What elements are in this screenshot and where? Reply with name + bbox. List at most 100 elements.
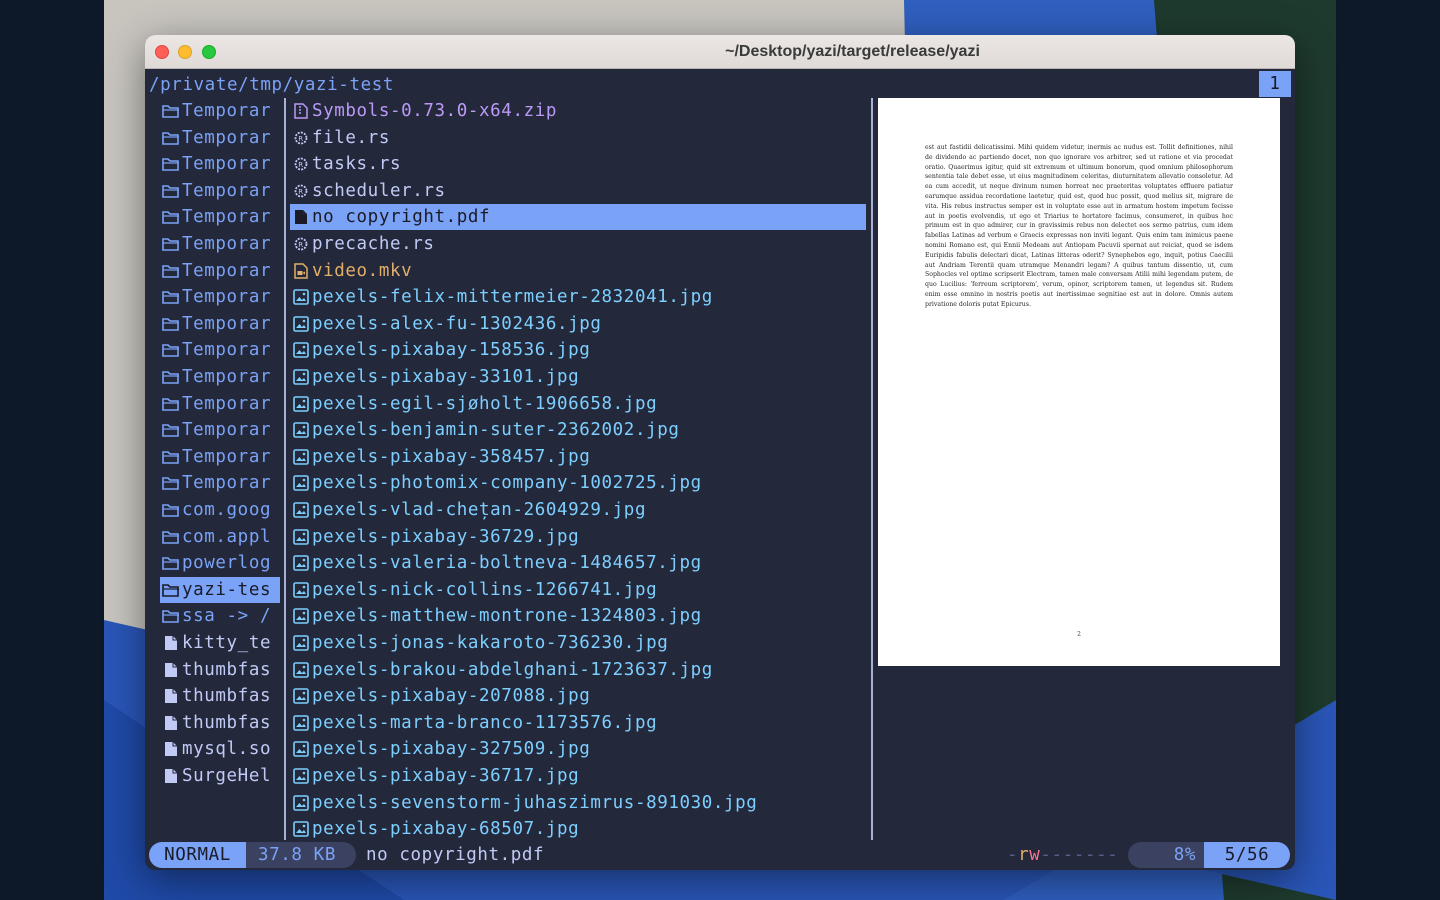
file-entry[interactable]: pexels-pixabay-207088.jpg <box>290 683 866 709</box>
entry-label: pexels-pixabay-327509.jpg <box>312 739 591 760</box>
rust-icon: R <box>290 125 312 151</box>
entry-label: thumbfas <box>182 659 272 680</box>
parent-entry[interactable]: Temporar <box>160 417 280 443</box>
parent-entry[interactable]: thumbfas <box>160 710 280 736</box>
parent-entry[interactable]: com.appl <box>160 524 280 550</box>
image-icon <box>290 683 312 709</box>
entry-label: tasks.rs <box>312 154 402 175</box>
file-entry[interactable]: Rtasks.rs <box>290 151 866 177</box>
parent-entry[interactable]: com.goog <box>160 497 280 523</box>
file-entry[interactable]: pexels-felix-mittermeier-2832041.jpg <box>290 284 866 310</box>
file-icon <box>160 763 182 789</box>
file-entry[interactable]: pexels-vlad-chețan-2604929.jpg <box>290 497 866 523</box>
parent-entry[interactable]: Temporar <box>160 337 280 363</box>
image-icon <box>290 444 312 470</box>
image-icon <box>290 736 312 762</box>
parent-entry[interactable]: Temporar <box>160 284 280 310</box>
file-entry[interactable]: Symbols-0.73.0-x64.zip <box>290 98 866 124</box>
file-entry[interactable]: pexels-photomix-company-1002725.jpg <box>290 470 866 496</box>
entry-label: pexels-matthew-montrone-1324803.jpg <box>312 606 702 627</box>
entry-label: yazi-tes <box>182 579 272 600</box>
svg-text:R: R <box>298 135 303 143</box>
entry-label: pexels-benjamin-suter-2362002.jpg <box>312 420 680 441</box>
file-entry[interactable]: pexels-sevenstorm-juhaszimrus-891030.jpg <box>290 790 866 816</box>
parent-entry[interactable]: Temporar <box>160 204 280 230</box>
image-icon <box>290 710 312 736</box>
image-icon <box>290 497 312 523</box>
folder-icon <box>160 98 182 124</box>
parent-entry-selected[interactable]: yazi-tes <box>160 576 280 603</box>
file-entry[interactable]: pexels-marta-branco-1173576.jpg <box>290 710 866 736</box>
folder-icon <box>160 550 182 576</box>
parent-entry[interactable]: kitty_te <box>160 630 280 656</box>
parent-entry[interactable]: ssa -> / <box>160 603 280 629</box>
file-icon <box>160 736 182 762</box>
pane-divider <box>871 98 873 840</box>
parent-entry[interactable]: Temporar <box>160 98 280 124</box>
entry-label: pexels-nick-collins-1266741.jpg <box>312 579 658 600</box>
parent-entry[interactable]: Temporar <box>160 311 280 337</box>
entry-label: Temporar <box>182 393 272 414</box>
folder-icon <box>160 497 182 523</box>
file-entry[interactable]: pexels-benjamin-suter-2362002.jpg <box>290 417 866 443</box>
image-icon <box>290 550 312 576</box>
folder-icon <box>160 311 182 337</box>
file-entry[interactable]: pexels-egil-sjøholt-1906658.jpg <box>290 391 866 417</box>
entry-label: Temporar <box>182 420 272 441</box>
parent-entry[interactable]: thumbfas <box>160 683 280 709</box>
file-entry[interactable]: pexels-pixabay-36717.jpg <box>290 763 866 789</box>
file-entry[interactable]: pexels-valeria-boltneva-1484657.jpg <box>290 550 866 576</box>
entry-label: pexels-pixabay-36729.jpg <box>312 526 580 547</box>
entry-label: pexels-pixabay-358457.jpg <box>312 446 591 467</box>
folder-icon <box>160 151 182 177</box>
file-size: 37.8 KB <box>246 842 356 868</box>
svg-text:R: R <box>298 188 303 196</box>
entry-label: no copyright.pdf <box>312 207 491 228</box>
file-entry[interactable]: pexels-pixabay-33101.jpg <box>290 364 866 390</box>
file-icon <box>160 710 182 736</box>
scroll-percent: 8% <box>1128 842 1204 868</box>
parent-entry[interactable]: mysql.so <box>160 736 280 762</box>
file-entry[interactable]: pexels-nick-collins-1266741.jpg <box>290 577 866 603</box>
folder-icon <box>160 231 182 257</box>
tab-1[interactable]: 1 <box>1259 71 1291 97</box>
file-entry[interactable]: pexels-jonas-kakaroto-736230.jpg <box>290 630 866 656</box>
zip-icon <box>290 98 312 124</box>
file-entry[interactable]: pexels-pixabay-358457.jpg <box>290 444 866 470</box>
file-entry[interactable]: Rprecache.rs <box>290 231 866 257</box>
parent-entry[interactable]: Temporar <box>160 391 280 417</box>
entry-label: Temporar <box>182 154 272 175</box>
parent-entry[interactable]: Temporar <box>160 258 280 284</box>
file-entry[interactable]: pexels-matthew-montrone-1324803.jpg <box>290 603 866 629</box>
file-entry[interactable]: pexels-alex-fu-1302436.jpg <box>290 311 866 337</box>
entry-label: thumbfas <box>182 686 272 707</box>
parent-entry[interactable]: Temporar <box>160 444 280 470</box>
parent-entry[interactable]: Temporar <box>160 364 280 390</box>
entry-label: mysql.so <box>182 739 272 760</box>
file-entry-selected[interactable]: no copyright.pdf <box>290 204 866 231</box>
file-entry[interactable]: Rscheduler.rs <box>290 178 866 204</box>
parent-entry[interactable]: thumbfas <box>160 657 280 683</box>
parent-entry[interactable]: powerlog <box>160 550 280 576</box>
parent-entry[interactable]: SurgeHel <box>160 763 280 789</box>
file-entry[interactable]: pexels-pixabay-36729.jpg <box>290 524 866 550</box>
file-entry[interactable]: pexels-pixabay-68507.jpg <box>290 816 866 842</box>
file-entry[interactable]: Rfile.rs <box>290 125 866 151</box>
file-entry[interactable]: pexels-pixabay-158536.jpg <box>290 337 866 363</box>
title-bar: ~/Desktop/yazi/target/release/yazi <box>145 35 1295 69</box>
file-entry[interactable]: pexels-brakou-abdelghani-1723637.jpg <box>290 657 866 683</box>
parent-entry[interactable]: Temporar <box>160 470 280 496</box>
parent-entry[interactable]: Temporar <box>160 151 280 177</box>
folder-icon <box>160 603 182 629</box>
parent-entry[interactable]: Temporar <box>160 231 280 257</box>
file-entry[interactable]: video.mkv <box>290 258 866 284</box>
parent-entry[interactable]: Temporar <box>160 125 280 151</box>
entry-label: pexels-brakou-abdelghani-1723637.jpg <box>312 659 713 680</box>
entry-label: Temporar <box>182 234 272 254</box>
entry-label: pexels-pixabay-68507.jpg <box>312 819 580 840</box>
file-entry[interactable]: pexels-pixabay-327509.jpg <box>290 736 866 762</box>
folder-icon <box>160 178 182 204</box>
parent-entry[interactable]: Temporar <box>160 178 280 204</box>
rust-icon: R <box>290 178 312 204</box>
pane-divider <box>284 98 286 840</box>
